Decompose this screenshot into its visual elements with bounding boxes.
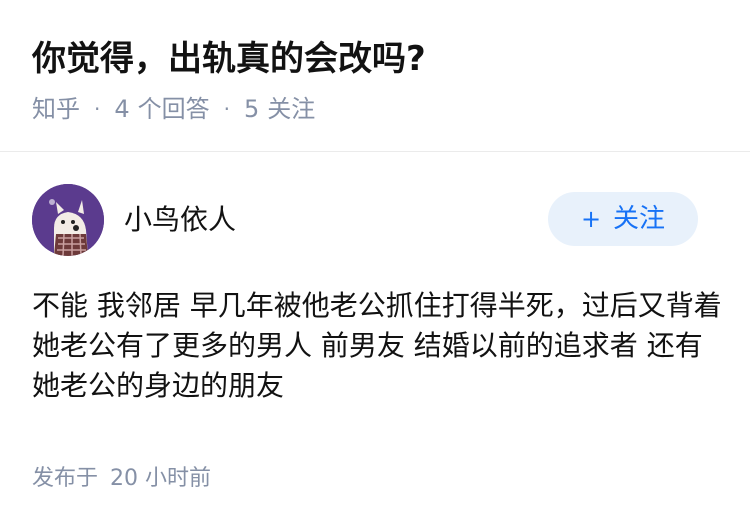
answer-content[interactable]: 不能 我邻居 早几年被他老公抓住打得半死，过后又背着她老公有了更多的男人 前男友… <box>32 286 722 406</box>
avatar[interactable] <box>32 184 104 256</box>
answer-count: 4 <box>114 95 130 123</box>
author-row: 小鸟依人 + 关注 <box>32 184 718 256</box>
avatar-image-icon <box>32 184 104 256</box>
follow-count: 5 <box>244 95 260 123</box>
plus-icon: + <box>580 205 602 233</box>
follow-button[interactable]: + 关注 <box>548 192 698 246</box>
answer-footer: 发布于 20 小时前 <box>32 462 211 496</box>
question-meta: 知乎 · 4 个回答 · 5 关注 <box>32 92 315 126</box>
follow-button-label: 关注 <box>613 204 666 234</box>
follow-count-label: 关注 <box>267 95 316 123</box>
published-time: 20 小时前 <box>110 466 212 491</box>
separator-dot: · <box>223 97 230 121</box>
answer-count-label: 个回答 <box>137 95 210 123</box>
question-title[interactable]: 你觉得，出轨真的会改吗? <box>32 36 426 82</box>
source-label: 知乎 <box>32 95 80 123</box>
question-header: 你觉得，出轨真的会改吗? 知乎 · 4 个回答 · 5 关注 <box>0 0 750 152</box>
author-name[interactable]: 小鸟依人 <box>124 200 236 240</box>
published-label: 发布于 <box>32 466 99 491</box>
separator-dot: · <box>94 97 101 121</box>
